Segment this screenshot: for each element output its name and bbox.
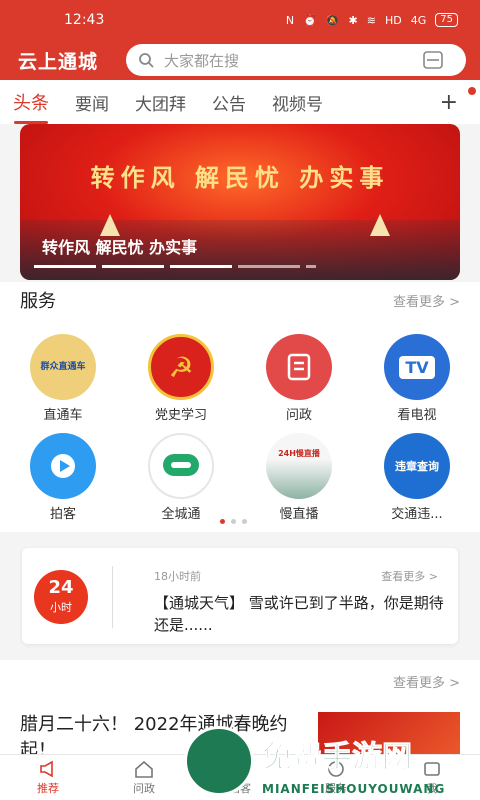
services-title: 服务 — [20, 291, 56, 312]
nav-service[interactable]: 服务 — [288, 755, 384, 800]
service-label: 问政 — [285, 408, 312, 423]
pager-dot — [220, 519, 225, 524]
bottom-nav: 推荐 问政 拍客 服务 我 — [0, 754, 480, 800]
megaphone-icon — [40, 760, 53, 777]
mute-icon: 🔕 — [325, 13, 340, 27]
home-icon — [135, 760, 153, 778]
hd-icon: HD — [384, 13, 402, 27]
search-input[interactable]: 大家都在搜 — [126, 44, 466, 76]
car-badge-icon: 群众直通车 — [30, 334, 96, 400]
traffic-violation-icon: 违章查询 — [384, 433, 450, 499]
status-time: 12:43 — [64, 12, 105, 28]
wifi-icon: ≋ — [366, 13, 376, 27]
search-icon — [139, 53, 154, 68]
24h-logo-icon: 24 小时 — [34, 570, 88, 624]
banner-indicator-bar — [306, 265, 316, 268]
news-thumbnail[interactable] — [318, 712, 460, 760]
camera-icon — [231, 762, 249, 777]
service-label: 交通违... — [391, 507, 443, 522]
banner-carousel[interactable]: 转作风 解民忧 办实事 转作风 解民忧 办实事 — [20, 124, 460, 280]
pager-dot — [242, 519, 247, 524]
banner-indicator-bar — [102, 265, 164, 268]
service-label: 看电视 — [397, 408, 437, 423]
top-bar: 12:43 N ⏰ 🔕 ✱ ≋ HD 4G 75 云上通城 大家都在搜 — [0, 0, 480, 80]
weather-more-link[interactable]: 查看更多 > — [381, 568, 438, 584]
scan-icon[interactable] — [422, 50, 444, 70]
services-pager — [220, 519, 247, 524]
service-inquiry[interactable]: 问政 — [240, 334, 358, 423]
tab-headline[interactable]: 头条 — [0, 89, 62, 124]
banner-indicator-bar — [34, 265, 96, 268]
news-more-link[interactable]: 查看更多 > — [393, 672, 460, 691]
banner-indicator-bar — [170, 265, 232, 268]
notification-dot — [468, 87, 476, 95]
service-watch-tv[interactable]: TV 看电视 — [358, 334, 476, 423]
tv-icon: TV — [384, 334, 450, 400]
sail-icon — [370, 214, 390, 236]
tab-notice[interactable]: 公告 — [199, 90, 259, 115]
service-photographer[interactable]: 拍客 — [4, 433, 122, 522]
service-label: 慢直播 — [279, 507, 319, 522]
tab-new-year-greeting[interactable]: 大团拜 — [122, 90, 199, 115]
document-icon — [266, 334, 332, 400]
tab-video[interactable]: 视频号 — [259, 90, 336, 115]
services-more-link[interactable]: 查看更多 > — [393, 291, 460, 310]
service-icon — [328, 760, 344, 777]
divider — [112, 566, 113, 628]
play-icon — [30, 433, 96, 499]
search-placeholder: 大家都在搜 — [164, 51, 240, 70]
service-city-pass[interactable]: 全城通 — [122, 433, 240, 522]
news-section: 查看更多 > 腊月二十六！ 2022年通城春晚约起！ — [0, 660, 480, 761]
nfc-icon: N — [285, 13, 295, 27]
banner-indicator-bar — [238, 265, 300, 268]
bluetooth-icon: ✱ — [348, 13, 358, 27]
status-icons: N ⏰ 🔕 ✱ ≋ HD 4G 75 — [286, 13, 458, 27]
banner-headline: 转作风 解民忧 办实事 — [90, 163, 390, 192]
status-bar: 12:43 N ⏰ 🔕 ✱ ≋ HD 4G 75 — [0, 0, 480, 40]
nav-me[interactable]: 我 — [384, 755, 480, 800]
battery-icon: 75 — [435, 13, 458, 27]
service-direct-car[interactable]: 群众直通车 直通车 — [4, 334, 122, 423]
app-title: 云上通城 — [18, 50, 99, 73]
services-section: 服务 查看更多 > 群众直通车 直通车 ☭ 党史学习 问政 TV 看电视 拍客 … — [0, 282, 480, 532]
news-time: 18小时前 — [154, 570, 201, 583]
tab-news[interactable]: 要闻 — [62, 90, 122, 115]
weather-news-card[interactable]: 24 小时 18小时前 查看更多 > 【通城天气】 雪或许已到了半路，你是期待还… — [22, 548, 458, 644]
city-view-icon: 24H慢直播 — [266, 433, 332, 499]
signal-icon: 4G — [410, 13, 427, 27]
banner-indicator — [34, 265, 316, 268]
banner-caption: 转作风 解民忧 办实事 — [42, 238, 198, 257]
channel-tabs: 头条 要闻 大团拜 公告 视频号 + — [0, 80, 480, 124]
service-label: 直通车 — [43, 408, 83, 423]
service-traffic-violation[interactable]: 违章查询 交通违... — [358, 433, 476, 522]
services-header: 服务 查看更多 > — [0, 282, 480, 318]
service-label: 党史学习 — [154, 408, 207, 423]
add-channel-button[interactable]: + — [440, 90, 458, 115]
user-icon — [424, 761, 440, 776]
service-party-history[interactable]: ☭ 党史学习 — [122, 334, 240, 423]
news-text: 【通城天气】 雪或许已到了半路，你是期待还是...... — [154, 594, 444, 634]
app-header: 云上通城 大家都在搜 — [0, 40, 480, 80]
nav-recommend[interactable]: 推荐 — [0, 755, 96, 800]
service-label: 拍客 — [49, 507, 76, 522]
service-slow-live[interactable]: 24H慢直播 慢直播 — [240, 433, 358, 522]
nav-photographer[interactable]: 拍客 — [192, 755, 288, 800]
chat-bubble-icon — [148, 433, 214, 499]
alarm-icon: ⏰ — [303, 13, 317, 27]
pager-dot — [231, 519, 236, 524]
services-grid: 群众直通车 直通车 ☭ 党史学习 问政 TV 看电视 拍客 全城通 24H慢直播… — [0, 334, 480, 522]
sail-icon — [100, 214, 120, 236]
party-emblem-icon: ☭ — [148, 334, 214, 400]
service-label: 全城通 — [161, 507, 201, 522]
nav-inquiry[interactable]: 问政 — [96, 755, 192, 800]
